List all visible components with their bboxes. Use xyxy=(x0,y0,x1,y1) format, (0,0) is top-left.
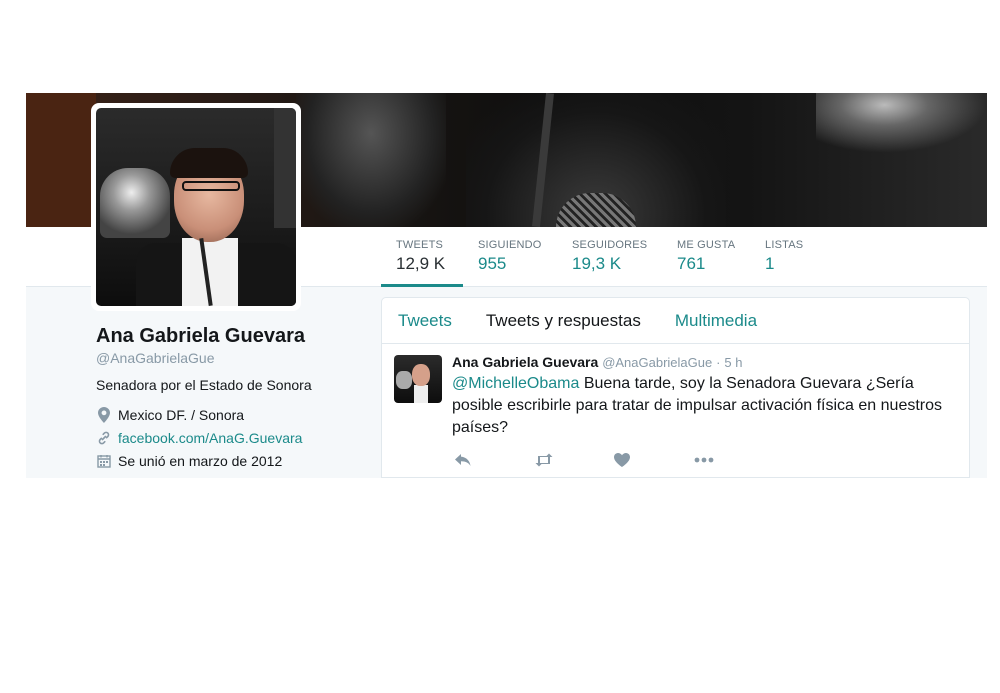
reply-button[interactable] xyxy=(454,451,534,469)
stat-value: 761 xyxy=(677,254,706,273)
more-button[interactable] xyxy=(694,451,774,469)
stat-label: SEGUIDORES xyxy=(572,239,648,251)
link-icon xyxy=(96,430,112,446)
stat-value: 19,3 K xyxy=(572,254,622,273)
heart-icon xyxy=(614,453,630,467)
joined-text: Se unió en marzo de 2012 xyxy=(118,453,283,469)
tweet-time[interactable]: 5 h xyxy=(724,355,742,370)
tweet-text: @MichelleObama Buena tarde, soy la Senad… xyxy=(452,373,957,439)
profile-joined: Se unió en marzo de 2012 xyxy=(96,453,366,469)
stat-value: 955 xyxy=(478,254,507,273)
profile-name[interactable]: Ana Gabriela Guevara xyxy=(96,325,366,348)
stat-label: LISTAS xyxy=(765,239,804,251)
tab-tweets[interactable]: Tweets xyxy=(398,311,452,331)
stat-label: ME GUSTA xyxy=(677,239,736,251)
tweet-header: Ana Gabriela Guevara @AnaGabrielaGue · 5… xyxy=(452,354,957,370)
like-button[interactable] xyxy=(614,451,694,469)
tweet-actions xyxy=(452,451,957,469)
tweet-mention[interactable]: @MichelleObama xyxy=(452,375,579,392)
tweet-author-handle[interactable]: @AnaGabrielaGue xyxy=(602,355,712,370)
profile-bio: Senadora por el Estado de Sonora xyxy=(96,377,312,393)
stat-lists[interactable]: LISTAS 1 xyxy=(765,239,815,287)
profile-website: facebook.com/AnaG.Guevara xyxy=(96,430,366,446)
profile-page: TWEETS 12,9 K SIGUIENDO 955 SEGUIDORES 1… xyxy=(26,93,987,478)
timeline-tabs: Tweets Tweets y respuestas Multimedia xyxy=(382,298,969,344)
tab-media[interactable]: Multimedia xyxy=(675,311,757,331)
stat-tweets[interactable]: TWEETS 12,9 K xyxy=(381,239,463,287)
avatar-photo xyxy=(96,108,296,306)
tab-tweets-replies[interactable]: Tweets y respuestas xyxy=(486,311,641,331)
stat-value: 12,9 K xyxy=(396,254,446,273)
profile-card: Ana Gabriela Guevara @AnaGabrielaGue Sen… xyxy=(96,325,366,469)
tweet-avatar[interactable] xyxy=(394,355,442,403)
tweet-item[interactable]: Ana Gabriela Guevara @AnaGabrielaGue · 5… xyxy=(382,344,969,469)
profile-handle[interactable]: @AnaGabrielaGue xyxy=(96,350,366,366)
more-icon xyxy=(694,457,714,463)
profile-avatar[interactable] xyxy=(91,103,301,311)
profile-location: Mexico DF. / Sonora xyxy=(96,407,366,423)
timeline: Tweets Tweets y respuestas Multimedia An… xyxy=(381,297,970,478)
stat-followers[interactable]: SEGUIDORES 19,3 K xyxy=(572,239,662,287)
stat-label: SIGUIENDO xyxy=(478,239,542,251)
stat-value: 1 xyxy=(765,254,775,273)
reply-icon xyxy=(455,454,471,466)
retweet-button[interactable] xyxy=(534,451,614,469)
stat-following[interactable]: SIGUIENDO 955 xyxy=(478,239,558,287)
location-text: Mexico DF. / Sonora xyxy=(118,407,245,423)
tweet-separator: · xyxy=(716,355,721,370)
retweet-icon xyxy=(535,453,553,467)
calendar-icon xyxy=(96,453,112,469)
map-pin-icon xyxy=(96,407,112,423)
stat-likes[interactable]: ME GUSTA 761 xyxy=(677,239,747,287)
website-link[interactable]: facebook.com/AnaG.Guevara xyxy=(118,430,302,446)
stat-label: TWEETS xyxy=(396,239,444,251)
tweet-author-name[interactable]: Ana Gabriela Guevara xyxy=(452,354,598,370)
